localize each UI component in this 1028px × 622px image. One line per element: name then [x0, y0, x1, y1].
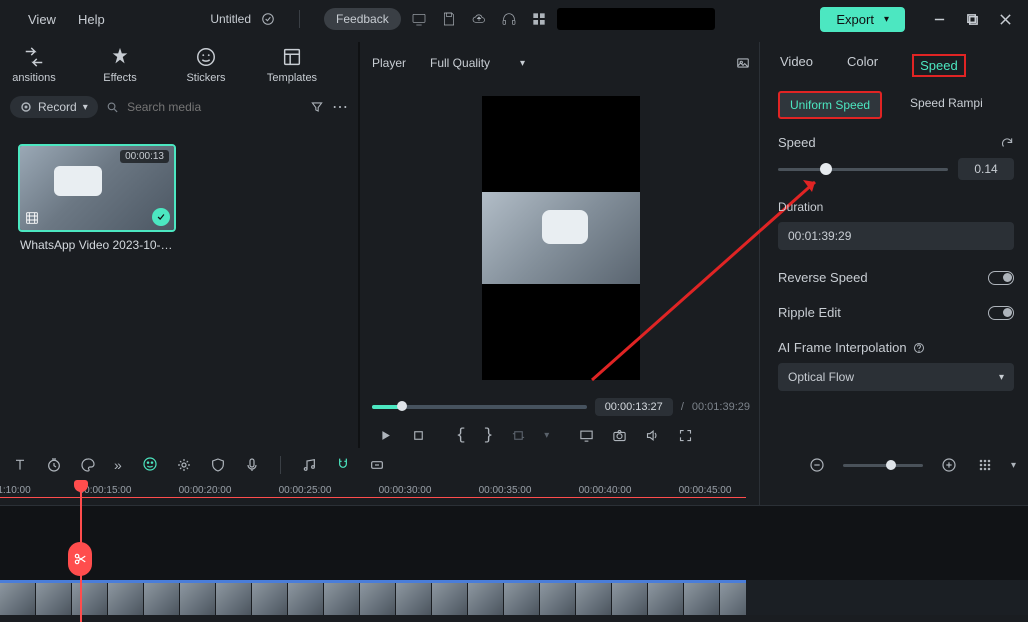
shield-icon[interactable]: [210, 457, 226, 473]
cloud-icon[interactable]: [471, 11, 487, 27]
ai-face-icon[interactable]: [142, 456, 158, 472]
tab-effects[interactable]: Effects: [92, 46, 148, 84]
tc-separator: /: [681, 401, 684, 413]
speed-slider[interactable]: [778, 168, 948, 171]
snapshot-icon[interactable]: [736, 56, 750, 70]
timer-icon[interactable]: [46, 457, 62, 473]
quality-dropdown[interactable]: Full Quality▾: [430, 56, 525, 70]
mark-out-icon[interactable]: }: [484, 426, 494, 444]
sparkle-icon[interactable]: [176, 457, 192, 473]
magnet-icon[interactable]: [335, 456, 351, 472]
headphones-icon[interactable]: [501, 11, 517, 27]
close-icon[interactable]: [999, 13, 1012, 26]
clip-duration-badge: 00:00:13: [120, 150, 169, 163]
ripple-edit-toggle[interactable]: [988, 306, 1014, 320]
record-button[interactable]: Record ▾: [10, 96, 98, 118]
video-track[interactable]: [0, 580, 1028, 615]
more-icon[interactable]: ⋯: [332, 97, 348, 117]
text-tool-icon[interactable]: [12, 457, 28, 473]
subtab-uniform-speed[interactable]: Uniform Speed: [778, 91, 882, 119]
zoom-slider[interactable]: [843, 464, 923, 467]
scissors-cut-button[interactable]: [68, 542, 92, 576]
player-panel: Player Full Quality▾: [358, 42, 764, 448]
crop-icon[interactable]: [511, 428, 526, 443]
player-progress-slider[interactable]: [372, 405, 587, 409]
help-icon[interactable]: [913, 342, 925, 354]
microphone-icon[interactable]: [244, 457, 260, 473]
reverse-speed-toggle[interactable]: [988, 271, 1014, 285]
tab-stickers[interactable]: Stickers: [178, 46, 234, 84]
screen-icon[interactable]: [411, 11, 427, 27]
mark-in-icon[interactable]: {: [456, 426, 466, 444]
player-label: Player: [372, 56, 406, 70]
music-icon[interactable]: [301, 457, 317, 473]
tab-templates[interactable]: Templates: [264, 46, 320, 84]
display-icon[interactable]: [579, 428, 594, 443]
grid-dots-icon[interactable]: [977, 457, 993, 473]
media-panel: ansitions Effects Stickers Templates Rec…: [0, 42, 358, 448]
search-icon: [106, 100, 119, 115]
player-canvas[interactable]: [482, 96, 640, 380]
maximize-icon[interactable]: [966, 13, 979, 26]
reset-icon[interactable]: [1000, 136, 1014, 150]
player-total-tc: 00:01:39:29: [692, 401, 750, 413]
save-icon[interactable]: [441, 11, 457, 27]
volume-icon[interactable]: [645, 428, 660, 443]
inspector-panel: Video Color Speed Uniform Speed Speed Ra…: [764, 42, 1028, 448]
link-border-icon[interactable]: [369, 457, 385, 473]
tab-speed[interactable]: Speed: [912, 54, 966, 77]
duration-field[interactable]: 00:01:39:29: [778, 222, 1014, 250]
media-clip[interactable]: 00:00:13 WhatsApp Video 2023-10-05...: [18, 144, 176, 258]
film-icon: [24, 210, 40, 226]
tab-color[interactable]: Color: [847, 54, 878, 77]
reverse-speed-label: Reverse Speed: [778, 270, 868, 285]
tab-transitions[interactable]: ansitions: [6, 46, 62, 84]
speed-label: Speed: [778, 135, 816, 150]
video-frame: [482, 192, 640, 284]
search-bar-placeholder: [557, 8, 715, 30]
search-input[interactable]: [127, 100, 302, 114]
feedback-button[interactable]: Feedback: [324, 8, 401, 30]
player-current-tc: 00:00:13:27: [595, 398, 673, 416]
zoom-out-icon[interactable]: [809, 457, 825, 473]
grid-apps-icon[interactable]: [531, 11, 547, 27]
subtab-speed-ramping[interactable]: Speed Ramping: [900, 91, 982, 119]
timeline-ruler[interactable]: 1:10:00 00:00:15:00 00:00:20:00 00:00:25…: [0, 482, 1028, 506]
ai-frame-interpolation-label: AI Frame Interpolation: [778, 340, 907, 355]
speed-value[interactable]: 0.14: [958, 158, 1014, 180]
menu-view[interactable]: View: [28, 12, 56, 27]
play-icon[interactable]: [378, 428, 393, 443]
fullscreen-icon[interactable]: [678, 428, 693, 443]
ai-fi-dropdown[interactable]: Optical Flow ▾: [778, 363, 1014, 391]
pencil-check-icon[interactable]: [261, 12, 275, 26]
menu-help[interactable]: Help: [78, 12, 105, 27]
document-title: Untitled: [210, 12, 251, 26]
checkmark-icon: [152, 208, 170, 226]
export-button[interactable]: Export ▾: [820, 7, 905, 32]
more-tools-icon[interactable]: »: [114, 457, 122, 473]
palette-icon[interactable]: [80, 457, 96, 473]
clip-name: WhatsApp Video 2023-10-05...: [18, 232, 176, 258]
main-menu: View Help: [8, 12, 105, 27]
filter-icon[interactable]: [310, 100, 324, 114]
stop-icon[interactable]: [411, 428, 426, 443]
timeline-clip[interactable]: [0, 580, 746, 615]
titlebar: View Help Untitled Feedback Export ▾: [0, 0, 1028, 38]
tab-video[interactable]: Video: [780, 54, 813, 77]
ripple-edit-label: Ripple Edit: [778, 305, 841, 320]
duration-label: Duration: [778, 200, 1014, 214]
timeline: » ▾ 1:10:00 00:00:15:00 00:00:20: [0, 448, 1028, 615]
minimize-icon[interactable]: [933, 13, 946, 26]
zoom-in-icon[interactable]: [941, 457, 957, 473]
camera-icon[interactable]: [612, 428, 627, 443]
